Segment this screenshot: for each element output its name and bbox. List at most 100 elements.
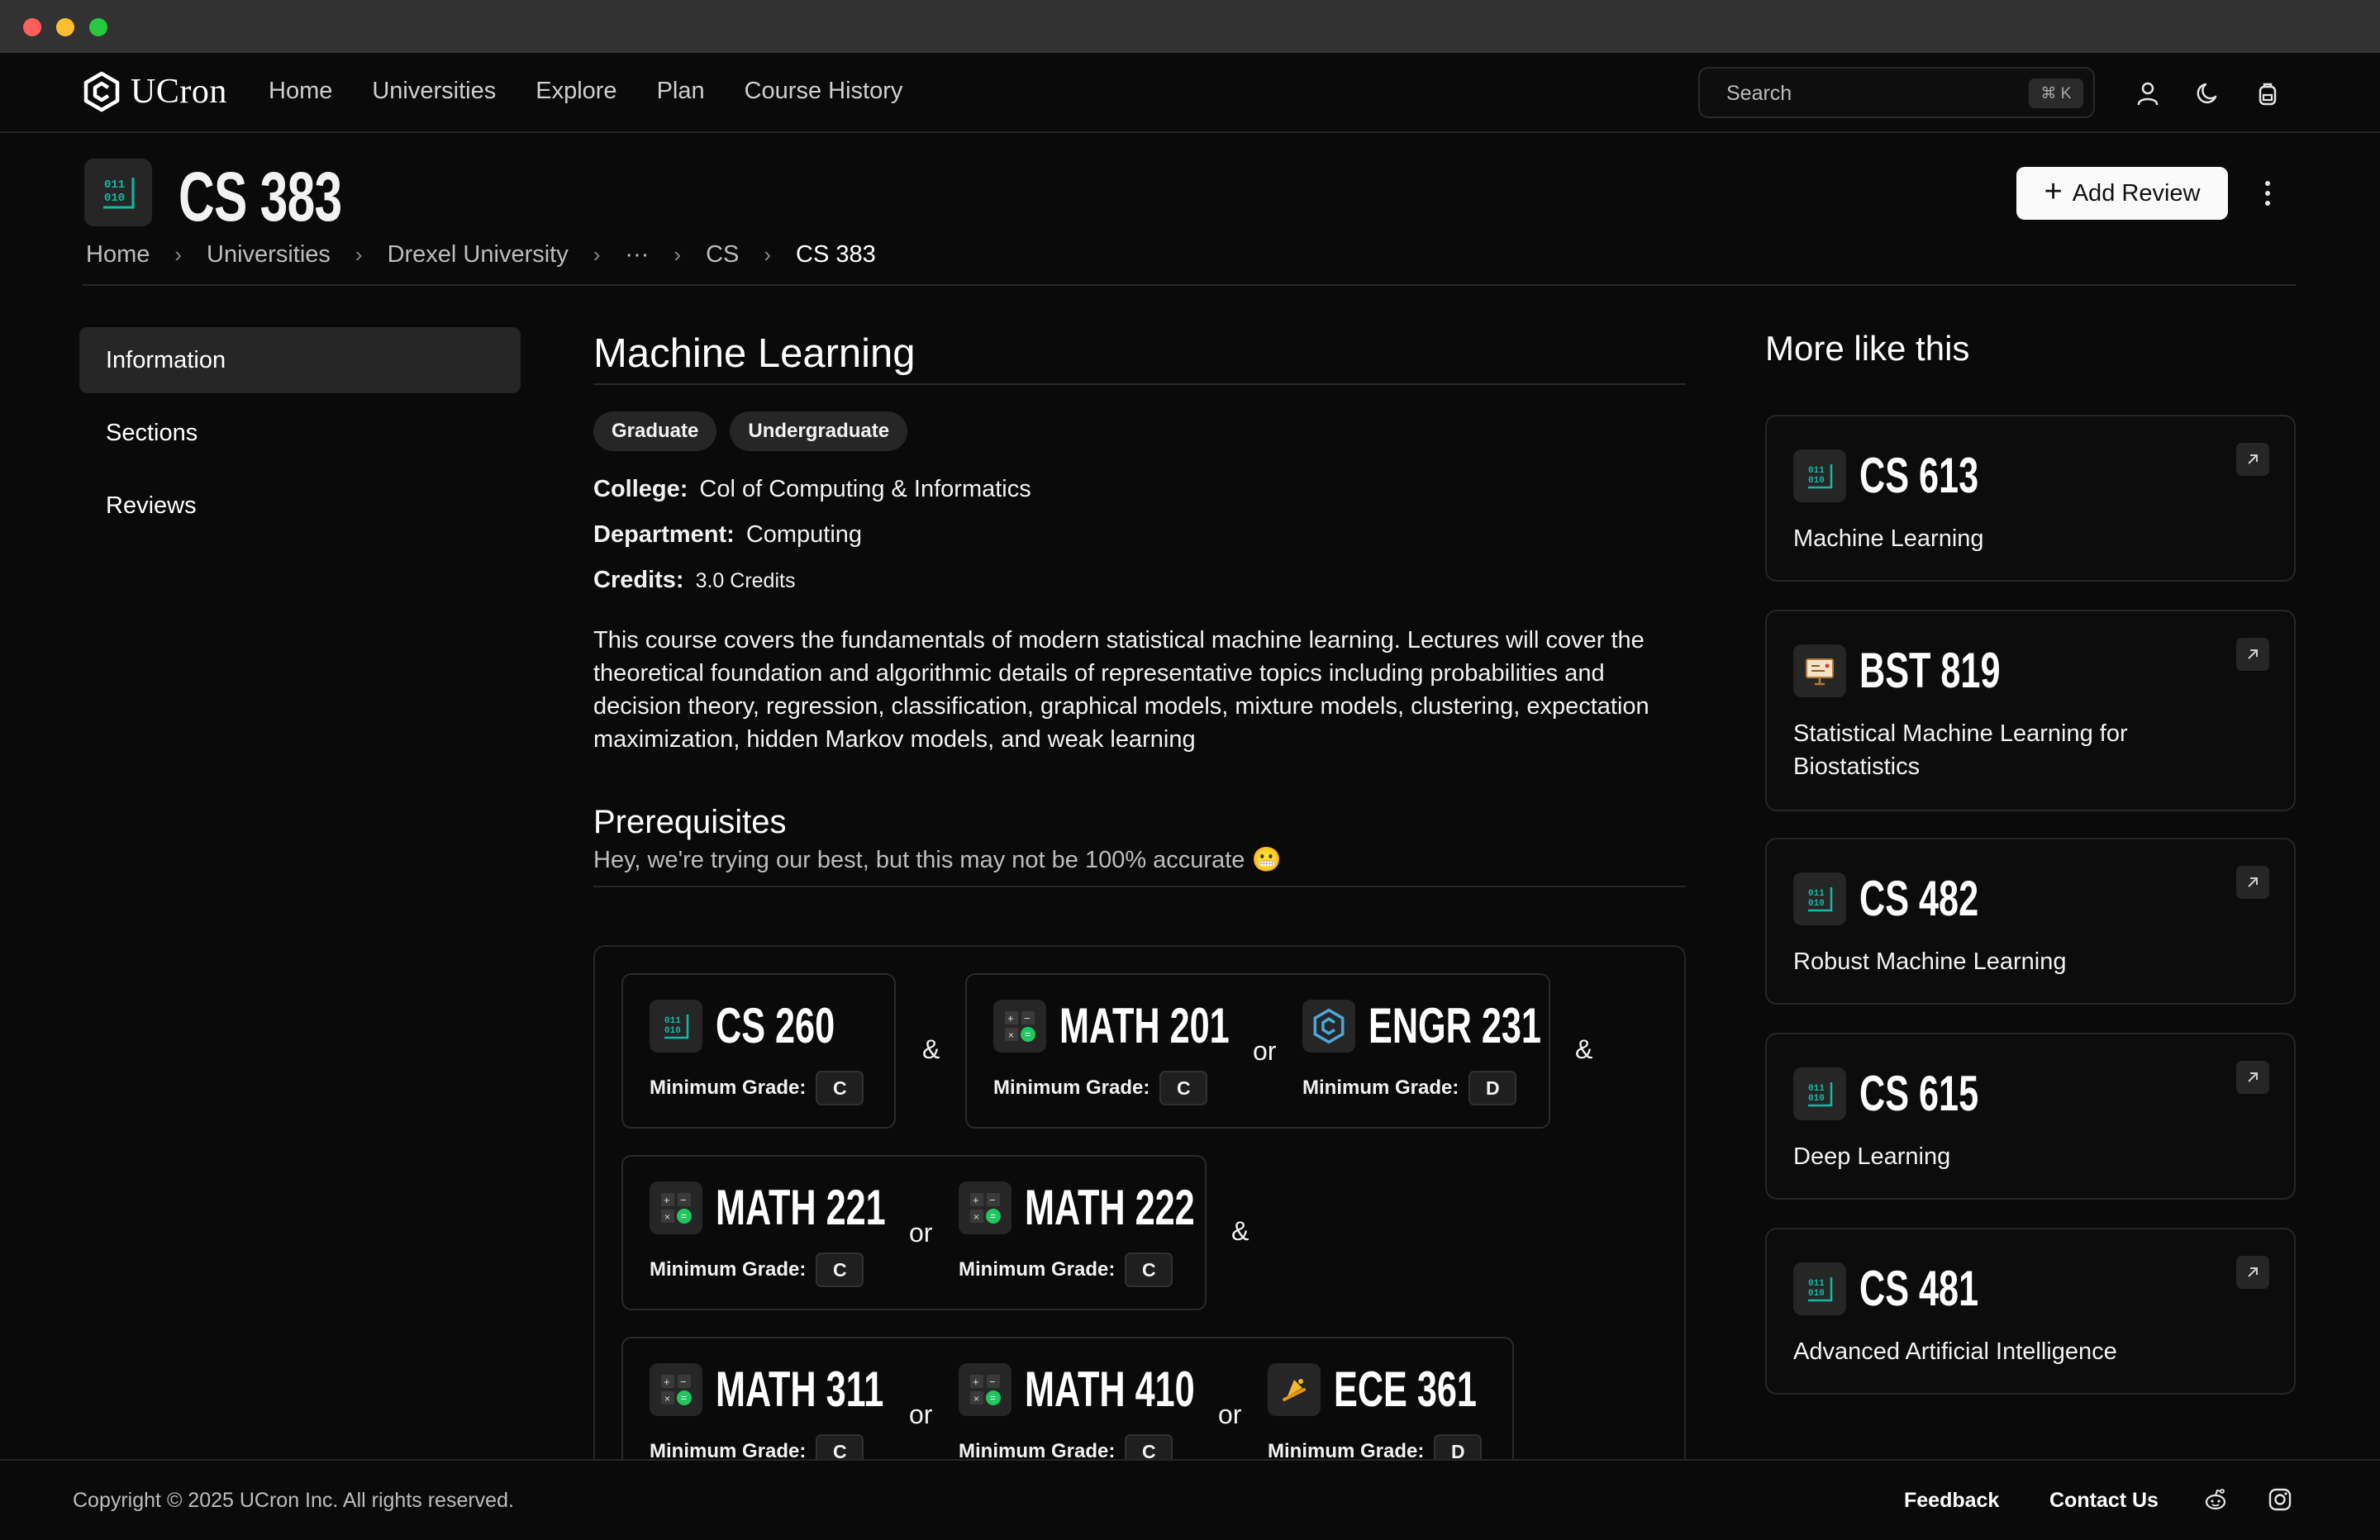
divider	[593, 886, 1686, 887]
svg-text:010: 010	[1808, 1289, 1825, 1299]
breadcrumb-ellipsis[interactable]: ···	[625, 241, 649, 269]
svg-text:010: 010	[664, 1026, 681, 1036]
prereq-group: + − × = MATH 221 Minimum Grade: C or + − × = MA…	[621, 1155, 1207, 1310]
sidebar-item-sections[interactable]: Sections	[79, 400, 521, 466]
page-title: CS 383	[178, 158, 342, 235]
level-badges: Graduate Undergraduate	[593, 411, 1686, 451]
calculator-icon: + − × =	[959, 1363, 1011, 1416]
department-label: Department:	[593, 521, 735, 548]
credits-value: 3.0 Credits	[695, 569, 796, 592]
related-course-card[interactable]: 011 010 CS 482 Robust Machine Learning	[1765, 838, 2296, 1005]
close-window-button[interactable]	[23, 18, 41, 36]
plus-icon: +	[2044, 174, 2063, 209]
bell-icon	[1268, 1363, 1321, 1416]
min-grade: Minimum Grade: C	[650, 1071, 864, 1105]
svg-text:010: 010	[1808, 1094, 1825, 1104]
svg-text:×: ×	[664, 1393, 670, 1405]
minimize-window-button[interactable]	[56, 18, 74, 36]
prereq-code: ECE 361	[1334, 1362, 1477, 1417]
college-value: Col of Computing & Informatics	[699, 476, 1031, 502]
svg-text:×: ×	[664, 1211, 670, 1223]
svg-text:+: +	[973, 1376, 979, 1388]
grade-chip: C	[1159, 1071, 1208, 1105]
calculator-icon: + − × =	[959, 1181, 1011, 1234]
and-operator: &	[1231, 1216, 1250, 1246]
svg-text:011: 011	[1808, 466, 1825, 476]
svg-text:010: 010	[1808, 899, 1825, 909]
related-course-code: BST 819	[1859, 643, 2001, 698]
user-icon[interactable]	[2134, 79, 2162, 107]
svg-text:+: +	[664, 1376, 670, 1388]
moon-icon[interactable]	[2194, 79, 2222, 107]
college-label: College:	[593, 476, 688, 502]
window-titlebar	[0, 0, 2380, 53]
feedback-link[interactable]: Feedback	[1904, 1489, 1999, 1513]
chevron-right-icon: ›	[174, 242, 183, 267]
related-course-card[interactable]: 011 010 CS 615 Deep Learning	[1765, 1033, 2296, 1200]
related-course-card[interactable]: 011 010 CS 481 Advanced Artificial Intell…	[1765, 1228, 2296, 1395]
prereq-code: MATH 311	[716, 1362, 884, 1417]
sidebar-item-information[interactable]: Information	[79, 327, 521, 393]
header-divider	[83, 284, 2296, 286]
min-grade: Minimum Grade: C	[650, 1252, 864, 1287]
svg-text:=: =	[990, 1392, 996, 1404]
nav-explore[interactable]: Explore	[536, 78, 616, 105]
external-link-icon[interactable]	[2236, 1061, 2269, 1094]
badge-undergraduate: Undergraduate	[730, 411, 908, 451]
grade-chip: C	[816, 1071, 864, 1105]
calculator-icon: + − × =	[993, 1000, 1046, 1053]
svg-text:011: 011	[664, 1016, 681, 1026]
course-information: Machine Learning Graduate Undergraduate …	[593, 324, 1686, 887]
ucron-logo-icon	[83, 71, 120, 112]
external-link-icon[interactable]	[2236, 866, 2269, 899]
search-shortcut-badge: ⌘ K	[2029, 78, 2083, 108]
breadcrumb-home[interactable]: Home	[86, 241, 150, 269]
nav-plan[interactable]: Plan	[657, 78, 705, 105]
add-review-button[interactable]: + Add Review	[2016, 167, 2228, 220]
related-course-name: Statistical Machine Learning for Biostat…	[1793, 720, 2128, 780]
external-link-icon[interactable]	[2236, 638, 2269, 671]
svg-text:011: 011	[1808, 889, 1825, 899]
more-options-icon[interactable]	[2256, 175, 2279, 212]
svg-text:−: −	[989, 1376, 996, 1388]
app-logo[interactable]: UCron	[83, 71, 227, 112]
related-course-code: CS 613	[1859, 448, 1979, 503]
svg-text:+: +	[664, 1194, 670, 1206]
prerequisites-panel: 011 010 CS 260 Minimum Grade: C & + − × = MAT…	[593, 945, 1686, 1540]
sidebar-item-reviews[interactable]: Reviews	[79, 473, 521, 539]
nav-universities[interactable]: Universities	[372, 78, 496, 105]
breadcrumb-university[interactable]: Drexel University	[388, 241, 569, 269]
svg-text:−: −	[1024, 1012, 1031, 1024]
grade-chip: D	[1468, 1071, 1517, 1105]
college-row: College: Col of Computing & Informatics	[593, 476, 1686, 503]
footer: Copyright © 2025 UCron Inc. All rights r…	[0, 1459, 2380, 1540]
maximize-window-button[interactable]	[89, 18, 107, 36]
search-input[interactable]: Search ⌘ K	[1698, 67, 2095, 118]
prereq-code: CS 260	[716, 998, 835, 1053]
top-nav: UCron Home Universities Explore Plan Cou…	[0, 53, 2380, 133]
chevron-right-icon: ›	[593, 242, 601, 267]
external-link-icon[interactable]	[2236, 443, 2269, 476]
reddit-icon[interactable]	[2202, 1485, 2230, 1514]
backpack-icon[interactable]	[2254, 79, 2282, 107]
or-operator: or	[909, 1400, 933, 1429]
department-row: Department: Computing	[593, 521, 1686, 549]
grade-chip: C	[816, 1252, 864, 1287]
more-like-this-heading: More like this	[1765, 329, 1970, 368]
related-course-card[interactable]: 011 010 CS 613 Machine Learning	[1765, 415, 2296, 582]
external-link-icon[interactable]	[2236, 1256, 2269, 1289]
breadcrumb-subject[interactable]: CS	[706, 241, 739, 269]
svg-text:011: 011	[1808, 1084, 1825, 1094]
chevron-right-icon: ›	[355, 242, 363, 267]
related-course-card[interactable]: BST 819 Statistical Machine Learning for…	[1765, 610, 2296, 811]
instagram-icon[interactable]	[2266, 1485, 2294, 1514]
nav-home[interactable]: Home	[269, 78, 332, 105]
copyright: Copyright © 2025 UCron Inc. All rights r…	[73, 1489, 514, 1512]
course-name: Machine Learning	[593, 331, 916, 376]
min-grade: Minimum Grade: C	[959, 1252, 1173, 1287]
nav-links: Home Universities Explore Plan Course Hi…	[269, 78, 902, 105]
contact-us-link[interactable]: Contact Us	[2049, 1489, 2159, 1513]
nav-course-history[interactable]: Course History	[745, 78, 903, 105]
breadcrumb-universities[interactable]: Universities	[207, 241, 331, 269]
hexagon-logo-icon	[1302, 1000, 1355, 1053]
